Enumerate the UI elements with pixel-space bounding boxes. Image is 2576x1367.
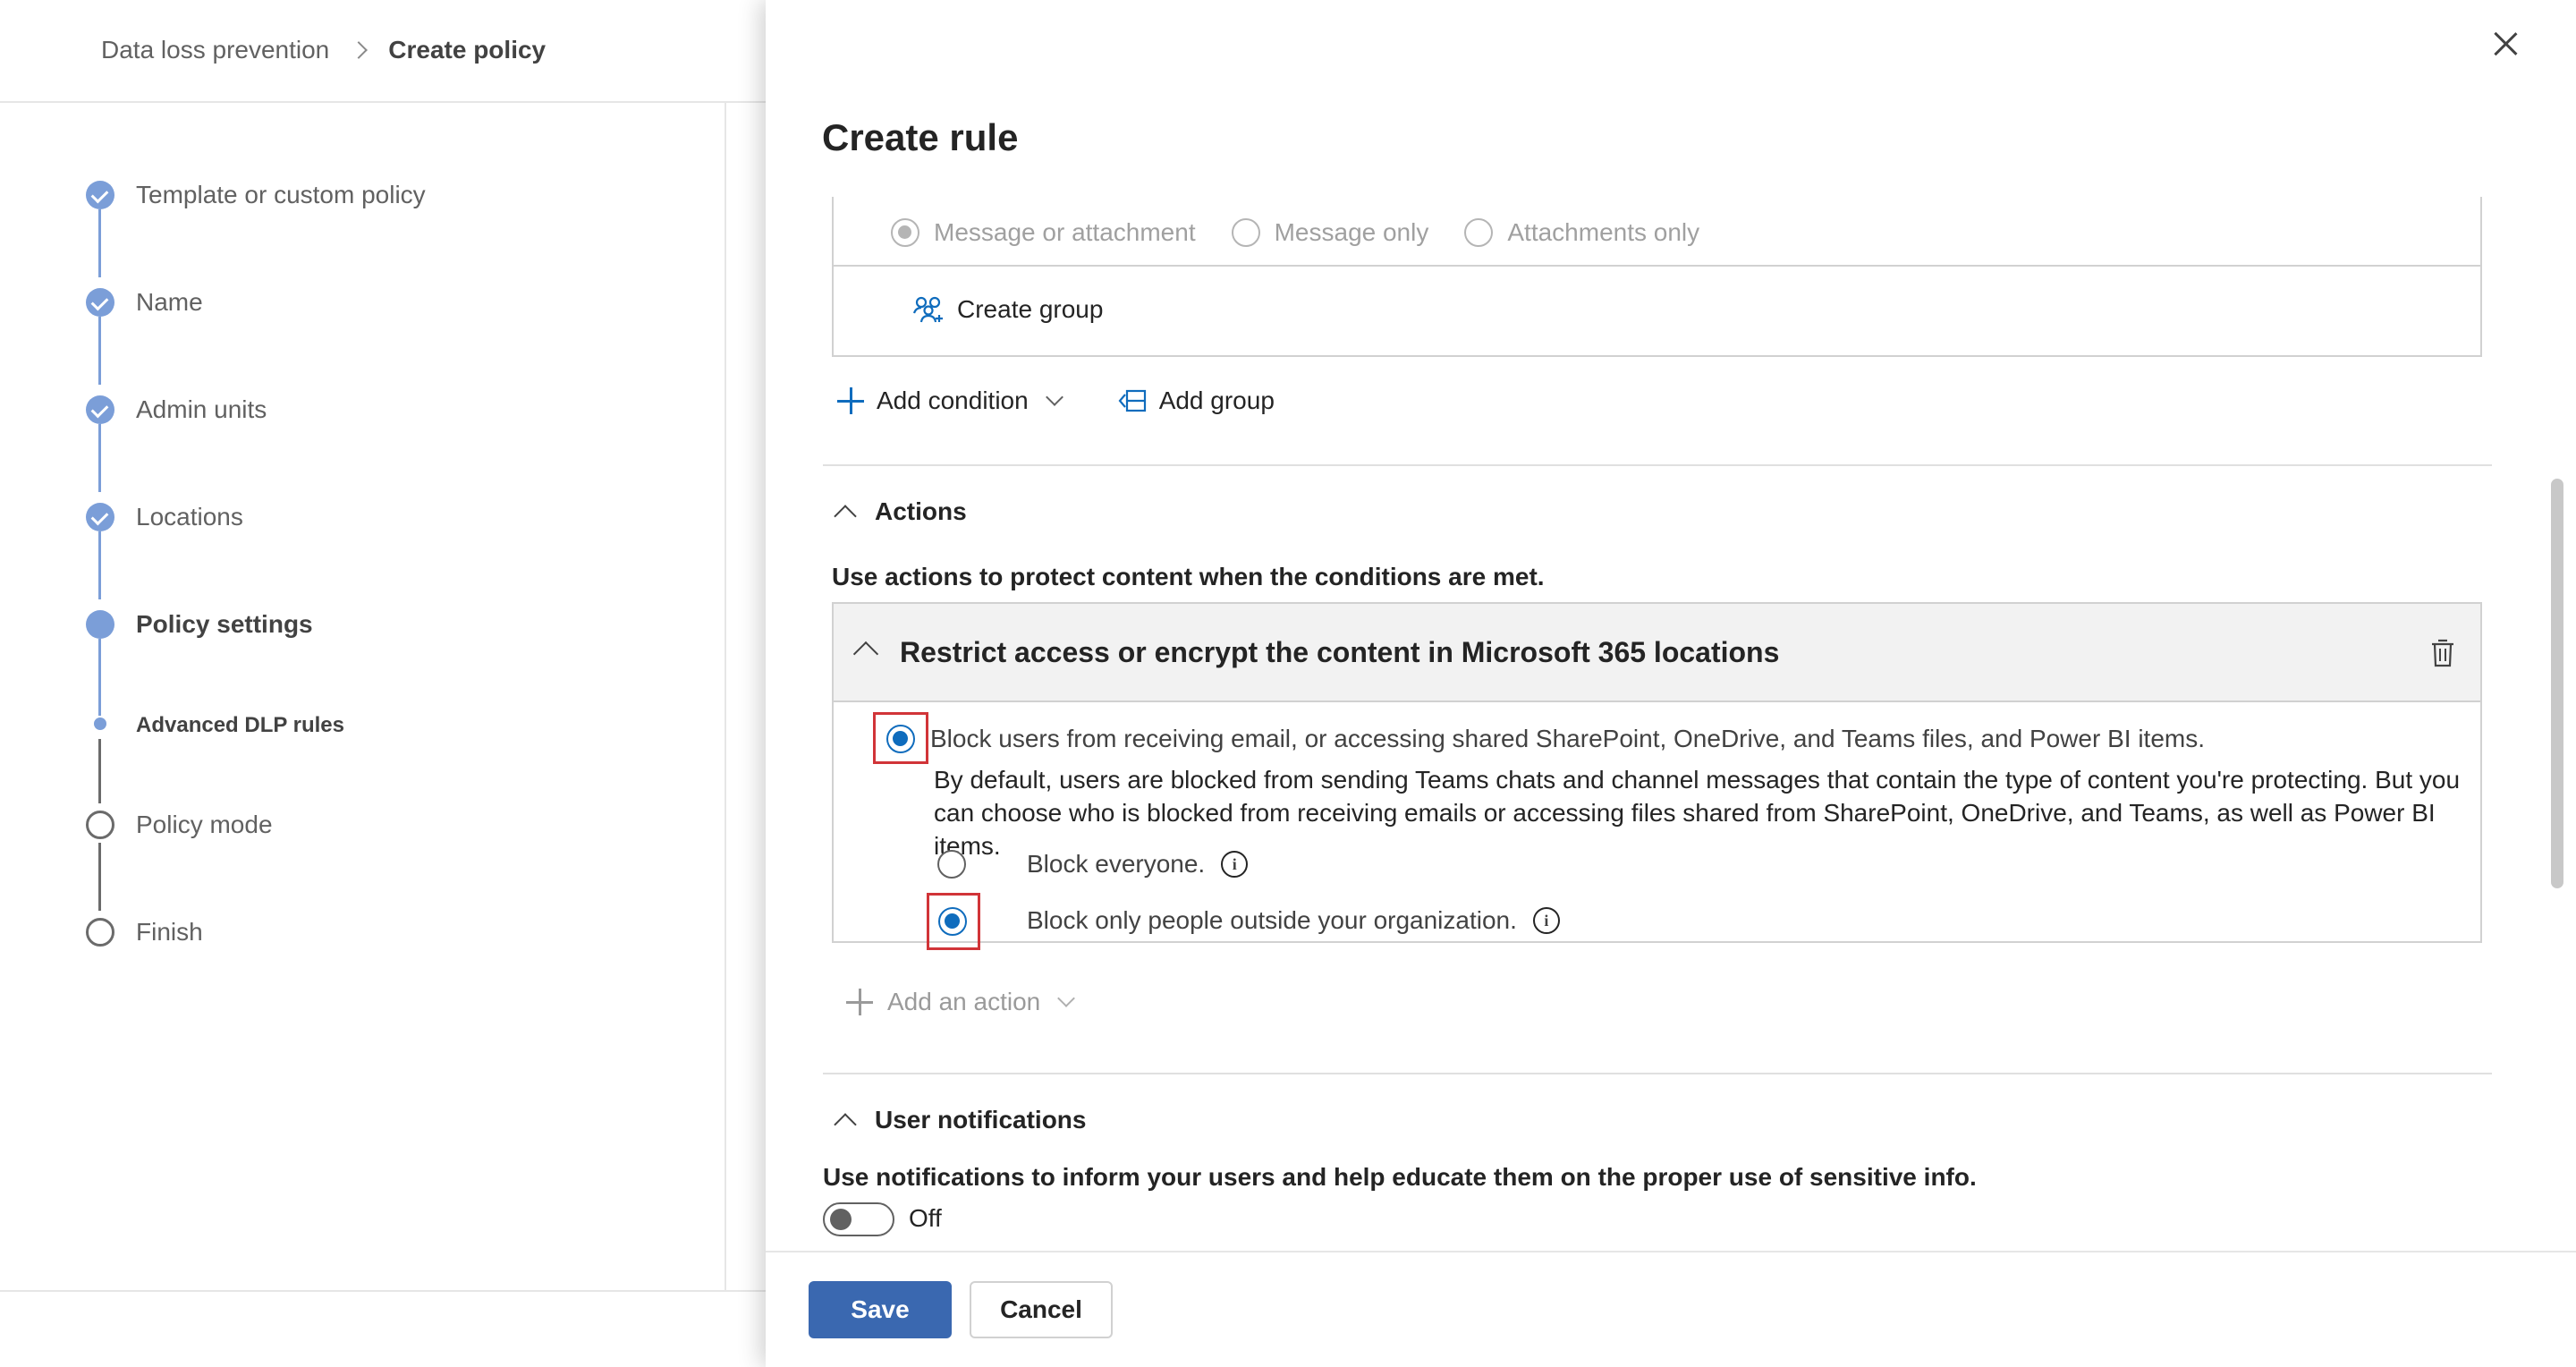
section-divider [823,464,2492,466]
panel-title: Create rule [822,116,1019,158]
breadcrumb-data-loss-prevention[interactable]: Data loss prevention [101,36,329,64]
save-button[interactable]: Save [809,1281,952,1338]
step-complete-icon [86,181,114,209]
add-action-button[interactable]: Add an action [846,988,1076,1016]
step-complete-icon [86,395,114,424]
plus-icon [846,989,873,1015]
scope-radio-group: Message or attachment Message only Attac… [891,218,1735,247]
people-group-icon [912,296,943,323]
chevron-down-icon [1057,989,1076,1007]
create-group-label: Create group [957,295,1104,323]
scope-option-message-or-attachment[interactable]: Message or attachment [891,218,1196,247]
step-connector [98,843,101,911]
scope-option-message-only[interactable]: Message only [1231,218,1429,247]
toggle-knob [830,1209,852,1230]
step-locations: Locations [136,503,243,531]
step-policy-settings: Policy settings [136,610,313,638]
actions-section-toggle[interactable]: Actions [834,497,967,528]
scope-option-attachments-only[interactable]: Attachments only [1464,218,1699,247]
add-condition-button[interactable]: Add condition [837,386,1063,415]
notifications-section-toggle[interactable]: User notifications [834,1106,1087,1136]
add-group-button[interactable]: Add group [1118,386,1275,415]
step-finish: Finish [136,918,203,946]
notifications-header: User notifications [875,1106,1087,1134]
add-action-label: Add an action [887,988,1041,1015]
chevron-up-icon [834,505,857,528]
step-connector [98,739,101,803]
breadcrumb: Data loss prevention Create policy [101,32,546,68]
step-complete-icon [86,503,114,531]
step-policy-mode: Policy mode [136,811,273,838]
step-pending-icon [86,811,114,839]
step-connector [98,424,101,492]
scope-label: Message only [1274,218,1429,246]
radio-icon [1464,218,1494,247]
info-icon[interactable]: i [1532,907,1560,934]
header-divider [0,101,766,103]
scope-label: Message or attachment [934,218,1196,246]
block-outside-option: Block only people outside your organizat… [1027,906,1560,935]
block-users-label: Block users from receiving email, or acc… [930,725,2205,752]
panel-footer-divider [766,1251,2576,1252]
notifications-toggle-state: Off [909,1204,942,1232]
block-everyone-radio[interactable] [937,850,966,879]
block-outside-radio[interactable] [938,907,967,936]
step-admin-units: Admin units [136,395,267,423]
cancel-button[interactable]: Cancel [970,1281,1113,1338]
notifications-description: Use notifications to inform your users a… [823,1163,1977,1191]
step-advanced-dlp-rules: Advanced DLP rules [136,713,344,737]
step-complete-icon [86,288,114,317]
radio-selected-icon [891,218,919,247]
block-outside-label: Block only people outside your organizat… [1027,906,1517,934]
substep-current-icon [94,717,106,730]
step-template: Template or custom policy [136,181,426,208]
scope-label: Attachments only [1507,218,1700,246]
add-group-icon [1118,389,1146,412]
step-connector [98,209,101,277]
info-icon[interactable]: i [1221,851,1249,878]
chevron-up-icon [834,1113,857,1136]
action-card-header[interactable]: Restrict access or encrypt the content i… [834,604,2480,702]
step-connector [98,317,101,385]
action-card-title: Restrict access or encrypt the content i… [900,635,1780,668]
condition-commands: Add condition Add group [837,386,1332,415]
breadcrumb-create-policy: Create policy [388,36,547,64]
chevron-right-icon [350,41,369,59]
chevron-down-icon [1045,388,1063,406]
create-group-button[interactable]: Create group [912,295,1103,324]
actions-header: Actions [875,497,967,525]
block-users-radio[interactable] [886,725,915,753]
notifications-toggle[interactable] [823,1202,894,1236]
add-condition-label: Add condition [877,386,1029,414]
footer-divider [0,1290,766,1292]
delete-icon[interactable] [2430,638,2455,668]
add-group-label: Add group [1158,386,1275,414]
radio-icon [1231,218,1260,247]
block-everyone-label: Block everyone. [1027,850,1206,878]
step-current-icon [86,610,114,639]
close-icon[interactable] [2487,25,2524,63]
step-name: Name [136,288,203,316]
block-everyone-option: Block everyone. i [1027,850,1249,879]
actions-description: Use actions to protect content when the … [832,563,1545,590]
block-users-description: By default, users are blocked from sendi… [934,766,2461,860]
plus-icon [837,387,864,414]
chevron-up-icon [852,641,879,667]
section-divider [823,1073,2492,1074]
wizard-divider [724,103,726,1290]
group-divider [832,265,2482,267]
step-connector [98,531,101,599]
panel-scrollbar[interactable] [2551,479,2563,888]
step-pending-icon [86,918,114,947]
step-connector [98,639,101,716]
